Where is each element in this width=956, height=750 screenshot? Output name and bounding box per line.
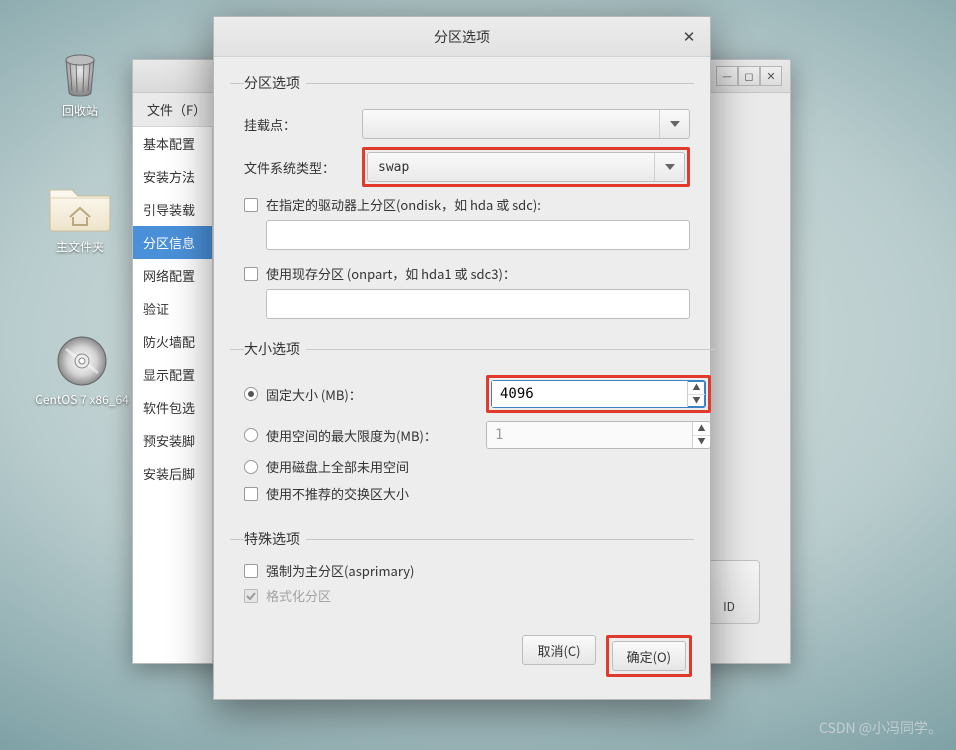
ok-button[interactable]: 确定(O) — [612, 641, 686, 671]
maximize-icon: ◻ — [744, 68, 753, 84]
bg-maximize-button[interactable]: ◻ — [738, 66, 760, 86]
spinner-down-icon[interactable]: ▼ — [688, 395, 705, 408]
folder-icon — [44, 178, 116, 234]
size-max-input — [487, 422, 692, 448]
size-max-label: 使用空间的最大限度为(MB)： — [266, 426, 478, 445]
fs-type-label: 文件系统类型： — [244, 158, 362, 177]
ondisk-input[interactable] — [266, 220, 690, 250]
chevron-down-icon — [659, 110, 689, 138]
mount-point-value — [363, 110, 659, 138]
sidebar-item[interactable]: 防火墙配 — [133, 325, 212, 358]
fs-type-value: swap — [368, 153, 654, 181]
mount-point-label: 挂载点： — [244, 115, 362, 134]
close-icon: ✕ — [766, 68, 775, 84]
size-fixed-label: 固定大小 (MB)： — [266, 385, 478, 404]
sidebar-item[interactable]: 软件包选 — [133, 391, 212, 424]
asprimary-checkbox[interactable] — [244, 564, 258, 578]
ondisk-checkbox[interactable] — [244, 198, 258, 212]
size-max-spinner[interactable]: ▲▼ — [486, 421, 711, 449]
cancel-button[interactable]: 取消(C) — [522, 635, 595, 665]
size-fixed-radio[interactable] — [244, 387, 258, 401]
asprimary-label: 强制为主分区(asprimary) — [266, 561, 414, 580]
sidebar-item[interactable]: 验证 — [133, 292, 212, 325]
watermark-text: CSDN @小冯同学。 — [819, 718, 942, 738]
special-options-group: 特殊选项 强制为主分区(asprimary) 格式化分区 — [230, 529, 694, 621]
onpart-input[interactable] — [266, 289, 690, 319]
size-norecommend-checkbox[interactable] — [244, 487, 258, 501]
spinner-up-icon[interactable]: ▲ — [688, 381, 705, 395]
sidebar-item[interactable]: 安装方法 — [133, 160, 212, 193]
home-label: 主文件夹 — [35, 238, 125, 255]
bg-sidebar: 基本配置 安装方法 引导装载 分区信息 网络配置 验证 防火墙配 显示配置 软件… — [133, 126, 213, 663]
chevron-down-icon — [654, 153, 684, 181]
size-fixed-spinner[interactable]: ▲▼ — [491, 380, 706, 408]
sidebar-item[interactable]: 网络配置 — [133, 259, 212, 292]
spinner-down-icon[interactable]: ▼ — [693, 436, 710, 449]
size-fixed-input[interactable] — [492, 381, 687, 407]
check-icon — [246, 591, 256, 601]
ondisk-check-label: 在指定的驱动器上分区(ondisk，如 hda 或 sdc): — [266, 195, 541, 214]
desktop-icon-trash[interactable]: 回收站 — [35, 42, 125, 119]
size-fixed-highlight: ▲▼ — [486, 375, 711, 413]
mount-point-combo[interactable] — [362, 109, 690, 139]
trash-label: 回收站 — [35, 102, 125, 119]
size-norecommend-label: 使用不推荐的交换区大小 — [266, 484, 409, 503]
fs-type-highlight: swap — [362, 147, 690, 187]
desktop-icon-home[interactable]: 主文件夹 — [35, 178, 125, 255]
sidebar-item-partition[interactable]: 分区信息 — [133, 226, 212, 259]
spinner-up-icon[interactable]: ▲ — [693, 422, 710, 436]
minimize-icon: — — [722, 68, 732, 84]
size-fill-radio[interactable] — [244, 460, 258, 474]
desktop-icon-disc[interactable]: CentOS 7 x86_64 — [22, 335, 142, 408]
trash-icon — [52, 42, 108, 98]
format-label: 格式化分区 — [266, 586, 331, 605]
bg-minimize-button[interactable]: — — [716, 66, 738, 86]
dialog-close-button[interactable]: ✕ — [678, 25, 700, 47]
special-options-legend: 特殊选项 — [244, 529, 306, 549]
size-options-group: 大小选项 固定大小 (MB)： ▲▼ 使用空间的最大限度为(MB)： — [230, 339, 715, 519]
sidebar-item[interactable]: 安装后脚 — [133, 457, 212, 490]
close-icon: ✕ — [683, 26, 696, 47]
bg-close-button[interactable]: ✕ — [760, 66, 782, 86]
partition-options-legend: 分区选项 — [244, 73, 306, 93]
disc-label: CentOS 7 x86_64 — [22, 391, 142, 408]
size-options-legend: 大小选项 — [244, 339, 306, 359]
fs-type-combo[interactable]: swap — [367, 152, 685, 182]
ok-highlight: 确定(O) — [606, 635, 692, 677]
partition-options-group: 分区选项 挂载点： 文件系统类型： swap — [230, 73, 694, 329]
sidebar-item[interactable]: 显示配置 — [133, 358, 212, 391]
sidebar-item[interactable]: 基本配置 — [133, 127, 212, 160]
onpart-check-label: 使用现存分区 (onpart，如 hda1 或 sdc3)： — [266, 264, 516, 283]
format-checkbox — [244, 589, 258, 603]
onpart-checkbox[interactable] — [244, 267, 258, 281]
size-fill-label: 使用磁盘上全部未用空间 — [266, 457, 409, 476]
disc-icon — [56, 335, 108, 387]
dialog-titlebar: 分区选项 ✕ — [214, 17, 710, 57]
size-max-radio[interactable] — [244, 428, 258, 442]
dialog-title: 分区选项 — [434, 27, 490, 47]
sidebar-item[interactable]: 预安装脚 — [133, 424, 212, 457]
partition-options-dialog: 分区选项 ✕ 分区选项 挂载点： 文件系统类型： — [213, 16, 711, 700]
sidebar-item[interactable]: 引导装载 — [133, 193, 212, 226]
